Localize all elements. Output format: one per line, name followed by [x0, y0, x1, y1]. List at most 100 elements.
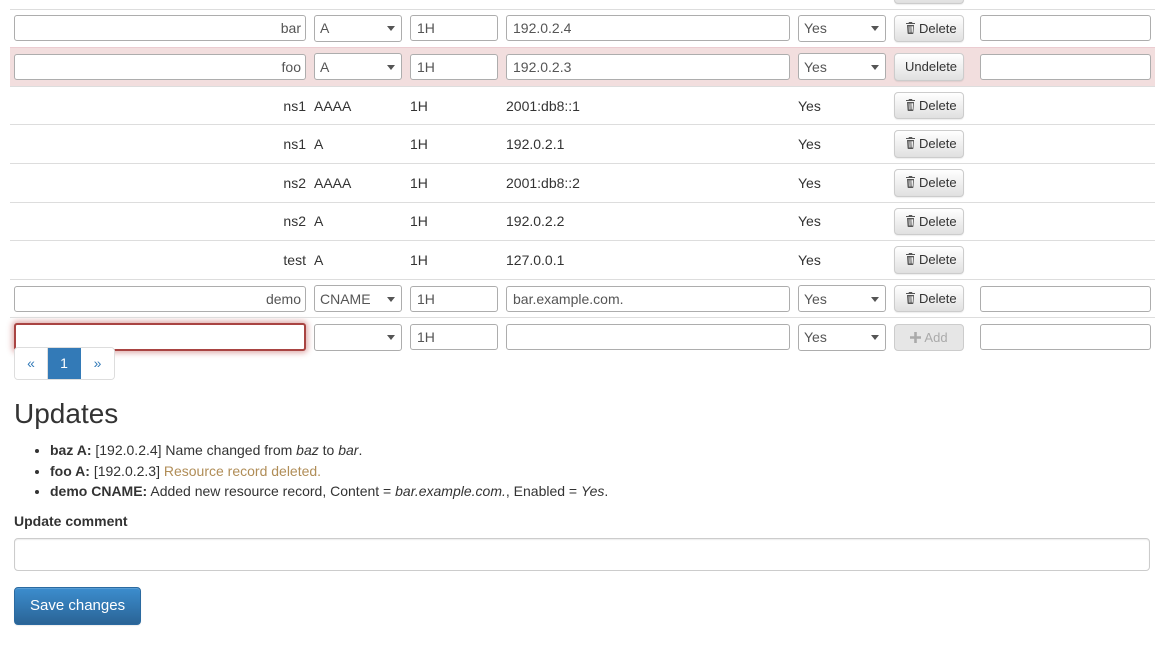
cell-record-ttl: 1H	[406, 85, 502, 125]
update-comment-input[interactable]	[14, 538, 1150, 571]
undelete-record-button[interactable]: Undelete	[894, 53, 964, 81]
save-changes-button[interactable]: Save changes	[14, 587, 142, 625]
cell-record-type: A	[310, 201, 406, 241]
record-enabled-select[interactable]: YesNo	[798, 285, 886, 313]
cell-record-name: ns1	[10, 85, 310, 125]
record-comment-input[interactable]	[980, 15, 1151, 42]
pagination-page-1[interactable]: 1	[48, 348, 81, 379]
cell-record-comment	[976, 124, 1155, 164]
plus-icon	[910, 331, 922, 343]
cell-record-comment	[976, 0, 1155, 10]
record-content-input[interactable]	[506, 53, 790, 80]
record-name-text: ns1	[283, 136, 306, 153]
record-content-text: 2001:db8::2	[506, 174, 580, 191]
cell-record-type	[310, 0, 406, 10]
record-type-select[interactable]: AAAAACNAMEMXNSTXTSRV	[314, 53, 402, 81]
record-name-text: ns2	[283, 213, 306, 230]
delete-record-button[interactable]: Delete	[894, 246, 964, 274]
cell-record-name	[10, 0, 310, 10]
cell-record-enabled: YesNo	[794, 278, 890, 318]
pagination[interactable]: « 1 »	[14, 347, 115, 380]
record-ttl-input[interactable]	[410, 15, 498, 42]
record-content-text: 192.0.2.1	[506, 136, 565, 153]
trash-icon	[905, 214, 916, 227]
cell-record-name	[10, 278, 310, 318]
cell-record-content: 192.0.2.1	[502, 124, 794, 164]
cell-record-name: ns2	[10, 201, 310, 241]
record-ttl-input[interactable]	[410, 53, 498, 80]
cell-record-ttl	[406, 47, 502, 87]
update-middle: , Enabled =	[505, 483, 581, 499]
record-enabled-select-wrap: YesNo	[798, 14, 886, 42]
update-record-label: demo CNAME:	[50, 483, 148, 499]
cell-record-content: 192.0.2.2	[502, 201, 794, 241]
record-ttl-text: 1H	[410, 213, 428, 230]
action-button-label: Delete	[919, 174, 957, 190]
record-content-text: 192.0.2.2	[506, 213, 565, 230]
delete-record-button[interactable]: Delete	[894, 284, 964, 313]
action-button-label: Delete	[919, 20, 957, 36]
delete-record-button[interactable]: Delete	[894, 130, 964, 158]
record-enabled-select-wrap: YesNo	[798, 285, 886, 313]
cell-record-action: Delete	[890, 124, 976, 164]
record-enabled-text: Yes	[798, 251, 821, 268]
record-ttl-text: 1H	[410, 174, 428, 191]
record-type-select[interactable]: AAAAACNAMEMXNSTXTSRV	[314, 285, 402, 313]
trash-icon	[905, 253, 916, 266]
record-content-input[interactable]	[506, 285, 790, 312]
record-type-select[interactable]: AAAAACNAMEMXNSTXTSRV	[314, 14, 402, 42]
record-comment-input[interactable]	[980, 285, 1151, 312]
delete-record-button[interactable]: Delete	[894, 0, 964, 4]
cell-record-action: Delete	[890, 8, 976, 48]
record-enabled-select[interactable]: YesNo	[798, 323, 886, 351]
record-enabled-select-wrap: YesNo	[798, 53, 886, 81]
cell-record-name: ns2	[10, 162, 310, 203]
record-enabled-select[interactable]: YesNo	[798, 53, 886, 81]
cell-record-enabled: Yes	[794, 85, 890, 125]
list-item: baz A: [192.0.2.4] Name changed from baz…	[50, 440, 608, 461]
delete-record-button[interactable]: Delete	[894, 207, 964, 236]
cell-record-ttl	[406, 0, 502, 10]
record-name-input[interactable]	[14, 285, 306, 312]
cell-record-action: Delete	[890, 278, 976, 318]
update-emphasis-1: baz	[296, 442, 319, 458]
action-button-label: Undelete	[905, 59, 958, 75]
cell-record-name: test	[10, 240, 310, 280]
record-name-input[interactable]	[14, 53, 306, 80]
record-content-input[interactable]	[506, 324, 790, 351]
delete-record-button[interactable]: Delete	[894, 91, 964, 120]
record-comment-input[interactable]	[980, 324, 1151, 351]
record-content-text: 2001:db8::1	[506, 97, 580, 114]
record-enabled-text: Yes	[798, 136, 821, 153]
record-name-input[interactable]	[14, 15, 306, 42]
record-enabled-select[interactable]: YesNo	[798, 14, 886, 42]
record-ttl-text: 1H	[410, 136, 428, 153]
record-enabled-select-wrap: YesNo	[798, 323, 886, 351]
table-row: ns3.example.com.Yes Delete	[10, 0, 1155, 10]
record-content-input[interactable]	[506, 15, 790, 42]
pagination-prev[interactable]: «	[15, 348, 48, 379]
update-emphasis-2: Yes	[581, 483, 605, 499]
cell-record-type: A	[310, 240, 406, 280]
record-type-select-wrap: AAAAACNAMEMXNSTXTSRV	[314, 14, 402, 42]
record-type-select-wrap: AAAAACNAMEMXNSTXTSRV	[314, 53, 402, 81]
cell-record-ttl: 1H	[406, 240, 502, 280]
pagination-next[interactable]: »	[81, 348, 114, 379]
cell-record-ttl	[406, 8, 502, 48]
table-row: AAAAACNAMEMXNSTXTSRV YesNo Undelete	[10, 47, 1155, 87]
delete-record-button[interactable]: Delete	[894, 168, 964, 197]
cell-record-name	[10, 8, 310, 48]
record-type-select-wrap: AAAAACNAMEMXNSTXTSRV	[314, 323, 402, 351]
record-name-text: ns2	[283, 174, 306, 191]
record-type-select[interactable]: AAAAACNAMEMXNSTXTSRV	[314, 323, 402, 351]
cell-record-comment	[976, 317, 1155, 357]
cell-record-comment	[976, 240, 1155, 280]
record-ttl-input[interactable]	[410, 285, 498, 312]
delete-record-button[interactable]: Delete	[894, 14, 964, 43]
record-enabled-text: Yes	[798, 174, 821, 191]
record-ttl-input[interactable]	[410, 324, 498, 351]
record-ttl-text: 1H	[410, 97, 428, 114]
cell-record-name: ns1	[10, 124, 310, 164]
update-emphasis-1: bar.example.com.	[395, 483, 506, 499]
record-comment-input[interactable]	[980, 53, 1151, 80]
